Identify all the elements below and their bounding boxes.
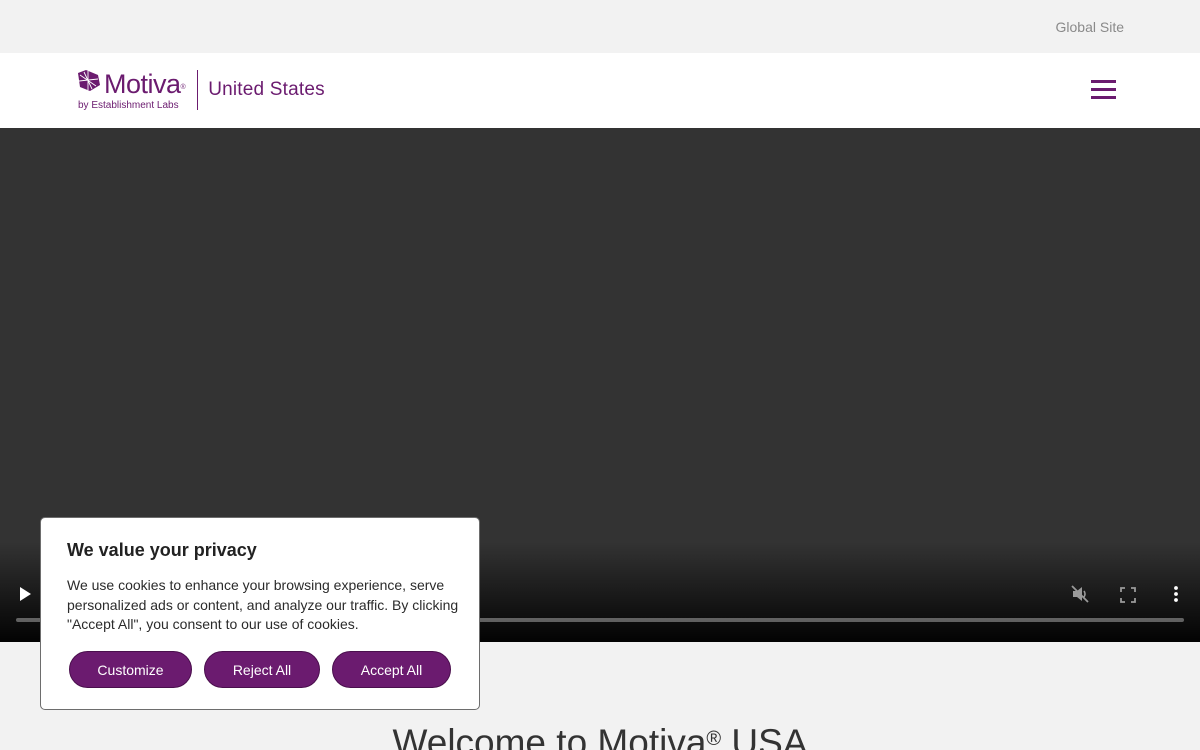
reject-all-button[interactable]: Reject All — [204, 651, 320, 688]
motiva-logo[interactable]: Motiva® by Establishment Labs United Sta… — [76, 65, 325, 115]
accept-all-button[interactable]: Accept All — [332, 651, 451, 688]
cookie-description: We use cookies to enhance your browsing … — [67, 577, 459, 632]
top-bar: Global Site — [0, 0, 1200, 53]
fullscreen-icon[interactable] — [1120, 587, 1136, 603]
muted-speaker-icon[interactable] — [1069, 583, 1091, 605]
motiva-leaf-icon — [78, 70, 100, 91]
customize-button[interactable]: Customize — [69, 651, 192, 688]
country-label: United States — [208, 79, 325, 100]
welcome-heading: Welcome to Motiva® USA — [392, 722, 808, 750]
hamburger-icon[interactable] — [1091, 80, 1116, 100]
logo-divider — [197, 70, 199, 110]
more-vertical-icon[interactable] — [1170, 585, 1182, 603]
site-header: Motiva® by Establishment Labs United Sta… — [0, 53, 1200, 128]
logo-wordmark: Motiva® — [104, 68, 186, 99]
global-site-link[interactable]: Global Site — [1056, 19, 1124, 35]
logo-tagline: by Establishment Labs — [78, 99, 179, 111]
logo-text: Motiva® by Establishment Labs — [78, 68, 186, 111]
cookie-consent-dialog: We value your privacy We use cookies to … — [40, 517, 480, 710]
play-icon[interactable] — [18, 586, 32, 602]
cookie-title: We value your privacy — [67, 540, 257, 560]
